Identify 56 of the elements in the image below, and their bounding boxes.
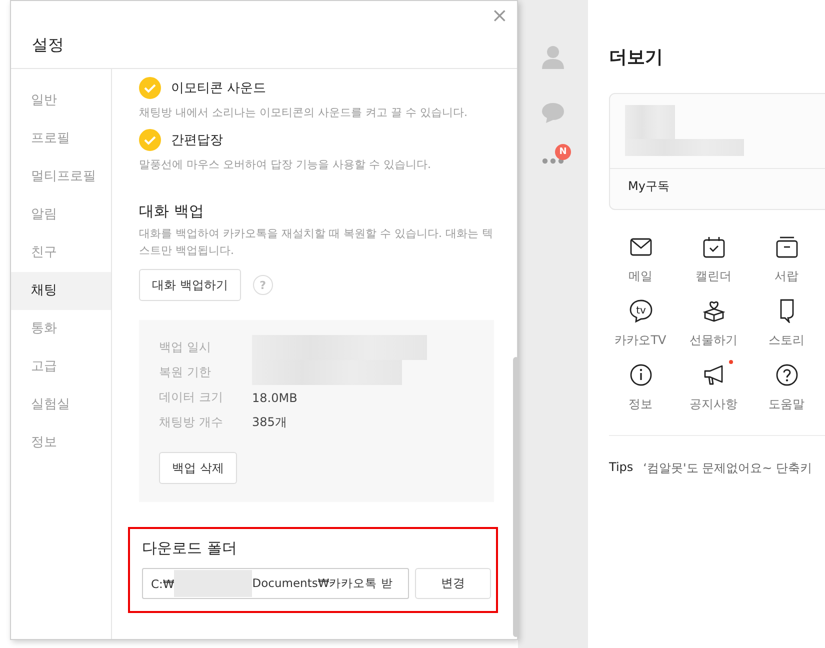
help-icon[interactable] (776, 364, 798, 386)
checkbox[interactable] (139, 77, 161, 99)
settings-nav-item[interactable]: 알림 (11, 196, 111, 234)
backup-button[interactable]: 대화 백업하기 (139, 269, 241, 301)
megaphone-icon[interactable] (702, 365, 724, 385)
gift-box-icon[interactable] (702, 300, 724, 322)
info-icon[interactable] (630, 364, 652, 386)
settings-nav-item[interactable]: 통화 (11, 310, 111, 348)
detail-label: 데이터 크기 (159, 389, 224, 406)
menu-label[interactable]: 메일 (628, 268, 652, 285)
settings-nav-item[interactable]: 고급 (11, 348, 111, 386)
section-title: 다운로드 폴더 (142, 539, 238, 558)
section-description: 대화를 백업하여 카카오톡을 재설치할 때 복원할 수 있습니다. 대화는 텍스트만 백업됩니다. (139, 226, 494, 259)
menu-label[interactable]: 공지사항 (690, 396, 738, 413)
detail-value: 18.0MB (252, 390, 298, 404)
settings-nav-item[interactable]: 프로필 (11, 120, 111, 158)
tips-text[interactable]: ‘컴알못'도 문제없어요~ 단축키 (643, 460, 812, 477)
new-badge: N (555, 144, 571, 160)
tv-bubble-icon[interactable]: tv (628, 299, 652, 323)
settings-nav-item[interactable]: 채팅 (11, 272, 111, 310)
settings-nav-item[interactable]: 실험실 (11, 386, 111, 424)
folder-path-field[interactable]: C:₩ Documents₩카카오톡 받 (142, 568, 410, 599)
delete-backup-button[interactable]: 백업 삭제 (159, 452, 237, 484)
change-button[interactable]: 변경 (415, 568, 491, 599)
menu-label[interactable]: 서랍 (774, 268, 798, 285)
menu-label[interactable]: 카카오TV (614, 332, 666, 349)
page-title: 더보기 (609, 46, 664, 69)
detail-label: 복원 기한 (159, 364, 212, 381)
menu-label[interactable]: 스토리 (768, 332, 804, 349)
menu-label[interactable]: 정보 (628, 396, 652, 413)
option-label: 이모티콘 사운드 (171, 80, 266, 97)
mail-icon[interactable] (630, 238, 652, 256)
settings-nav-item[interactable]: 멀티프로필 (11, 158, 111, 196)
detail-label: 채팅방 개수 (159, 414, 224, 431)
option-description: 채팅방 내에서 소리나는 이모티콘의 사운드를 켜고 끌 수 있습니다. (139, 105, 468, 120)
settings-nav-item[interactable]: 정보 (11, 424, 111, 462)
tips-label: Tips (609, 460, 634, 476)
dialog-title: 설정 (32, 35, 64, 56)
settings-nav-item[interactable]: 일반 (11, 82, 111, 120)
menu-label[interactable]: 선물하기 (690, 332, 738, 349)
section-title: 대화 백업 (139, 202, 205, 221)
detail-label: 백업 일시 (159, 339, 212, 356)
calendar-icon[interactable] (702, 236, 724, 258)
drawer-icon[interactable] (776, 236, 798, 258)
option-label: 간편답장 (171, 132, 223, 149)
menu-label[interactable]: 도움말 (768, 396, 804, 413)
settings-nav-item[interactable]: 친구 (11, 234, 111, 272)
menu-label[interactable]: 캘린더 (696, 268, 732, 285)
subscription-link[interactable]: My구독 (610, 169, 825, 195)
checkbox[interactable] (139, 129, 161, 151)
option-description: 말풍선에 마우스 오버하여 답장 기능을 사용할 수 있습니다. (139, 157, 432, 172)
detail-value: 385개 (252, 414, 287, 431)
scrollbar-thumb[interactable] (513, 357, 519, 637)
story-icon[interactable] (778, 299, 794, 323)
close-button[interactable]: × (488, 4, 511, 26)
more-icon[interactable] (542, 158, 564, 164)
